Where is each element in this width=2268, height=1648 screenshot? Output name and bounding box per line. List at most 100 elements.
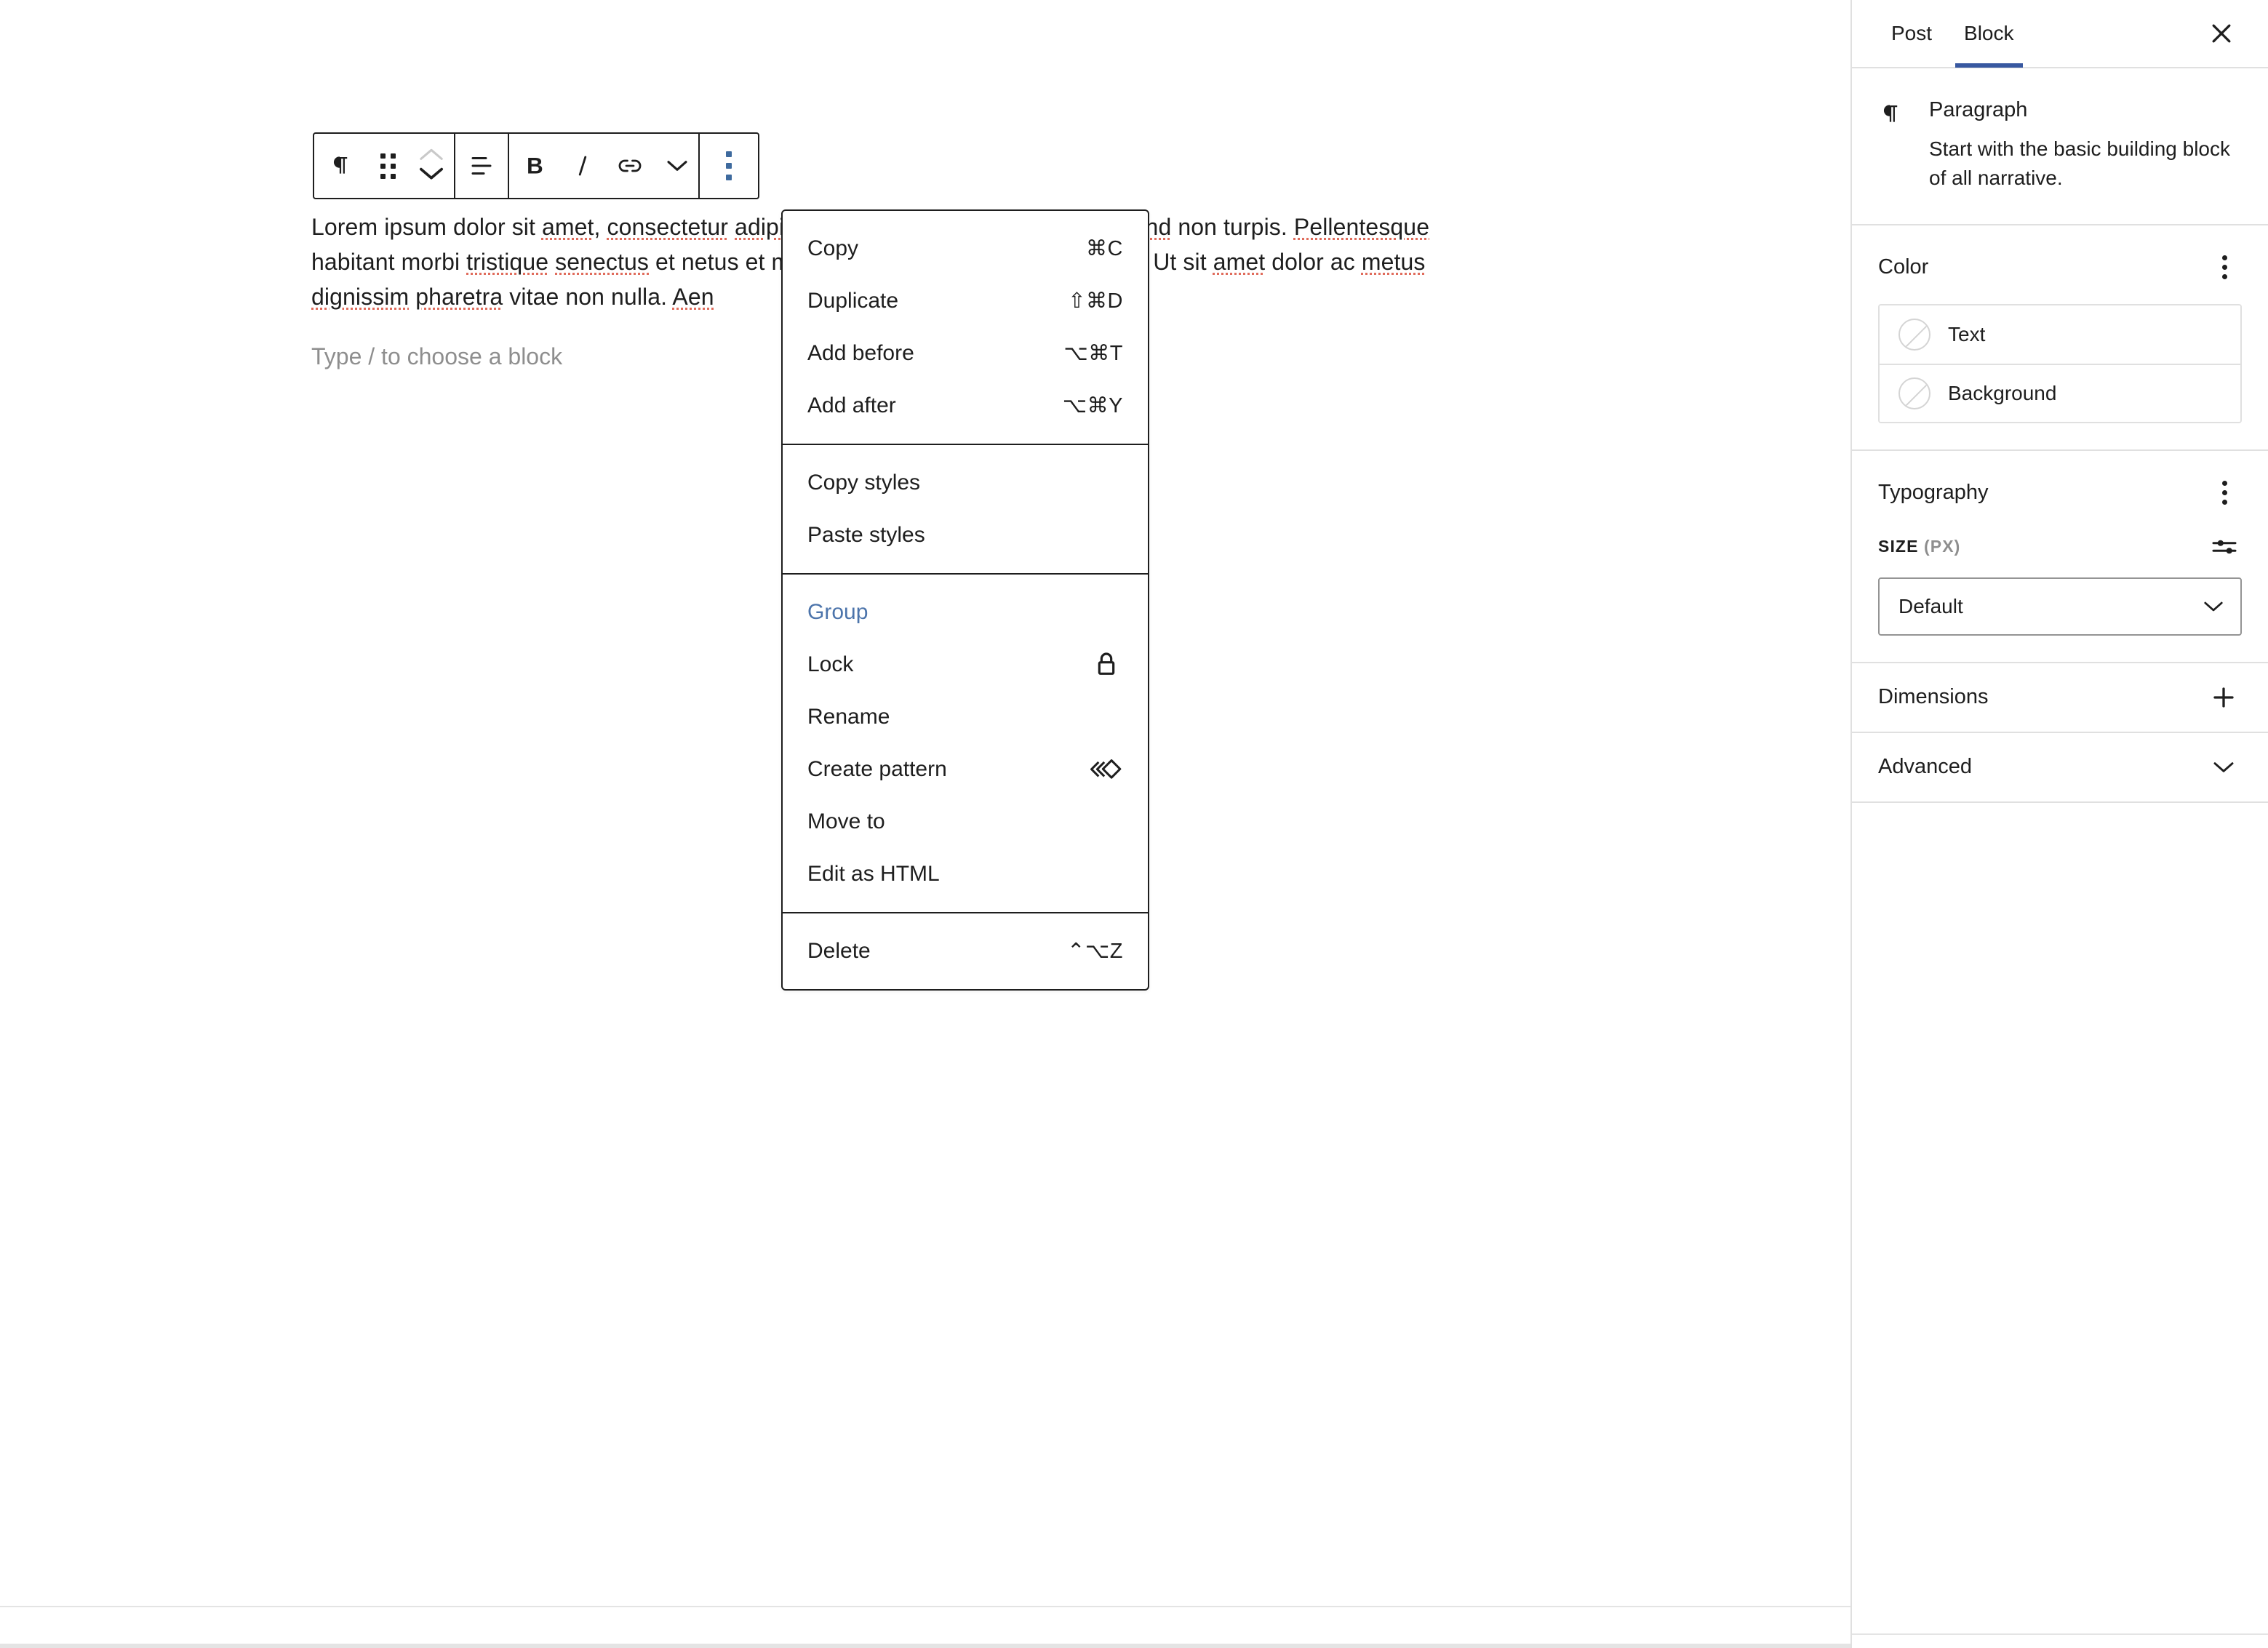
vertical-dots-glyph [726, 151, 732, 180]
settings-sidebar: Post Block Paragraph Start with the basi… [1850, 0, 2268, 1648]
menu-item-shortcut: ⌃⌥Z [1067, 939, 1123, 963]
menu-item-label: Lock [807, 652, 854, 676]
sidebar-bottom-divider [1852, 1633, 2268, 1635]
move-up-icon[interactable] [419, 147, 444, 165]
dimensions-panel-title: Dimensions [1878, 685, 1989, 709]
para-seg: dolor ac [1265, 249, 1355, 275]
menu-item-label: Group [807, 600, 869, 624]
menu-item-shortcut: ⇧⌘D [1068, 289, 1123, 313]
italic-button[interactable] [562, 134, 604, 198]
color-panel-title: Color [1878, 255, 1929, 279]
typography-panel: Typography SIZE (PX) Default [1852, 451, 2268, 663]
pattern-icon [1090, 753, 1123, 786]
font-size-value: Default [1898, 594, 1963, 617]
drag-handle-icon[interactable] [367, 134, 409, 198]
advanced-panel-row[interactable]: Advanced [1852, 732, 2268, 803]
color-panel: Color Text Background [1852, 225, 2268, 451]
six-dots-glyph [380, 153, 396, 179]
typography-options-ellipsis-icon[interactable] [2207, 476, 2242, 511]
block-card-title: Paragraph [1929, 98, 2028, 121]
font-size-unit: (PX) [1924, 537, 1961, 556]
menu-item-lock[interactable]: Lock [783, 639, 1148, 691]
font-size-label-text: SIZE [1878, 537, 1919, 556]
para-seg [548, 249, 555, 275]
menu-section-styles: Copy styles Paste styles [783, 444, 1148, 573]
menu-item-copy-styles[interactable]: Copy styles [783, 457, 1148, 509]
menu-item-add-after[interactable]: Add after ⌥⌘Y [783, 380, 1148, 432]
block-mover[interactable] [409, 134, 454, 198]
plus-icon[interactable] [2205, 679, 2242, 716]
menu-item-label: Delete [807, 939, 871, 963]
menu-item-rename[interactable]: Rename [783, 691, 1148, 743]
para-seg-misspelled: pharetra [415, 284, 503, 310]
toolbar-group-options [700, 134, 758, 198]
menu-item-label: Copy [807, 236, 859, 260]
font-size-label: SIZE (PX) [1878, 537, 1960, 556]
sidebar-bottom-edge [1852, 1645, 2268, 1648]
menu-item-copy[interactable]: Copy ⌘C [783, 223, 1148, 275]
menu-item-group[interactable]: Group [783, 586, 1148, 639]
menu-item-move-to[interactable]: Move to [783, 796, 1148, 848]
menu-item-add-before[interactable]: Add before ⌥⌘T [783, 327, 1148, 380]
canvas-bottom-edge [0, 1644, 1850, 1648]
block-options-ellipsis-icon[interactable] [700, 134, 758, 198]
block-card-description: Start with the basic building block of a… [1929, 137, 2230, 190]
menu-item-label: Rename [807, 705, 890, 729]
para-seg: vitae non nulla. [503, 284, 673, 310]
menu-item-label: Move to [807, 809, 885, 833]
close-icon[interactable] [2201, 13, 2242, 54]
tab-block[interactable]: Block [1948, 0, 2029, 68]
menu-item-shortcut: ⌘C [1086, 236, 1123, 260]
para-seg-misspelled: metus [1361, 249, 1426, 275]
link-icon[interactable] [604, 134, 656, 198]
para-seg: non turpis. [1171, 214, 1287, 240]
para-seg: , [594, 214, 607, 240]
font-size-custom-sliders-icon[interactable] [2207, 529, 2242, 564]
bold-button[interactable]: B [509, 134, 562, 198]
paragraph-block-type-icon[interactable] [314, 134, 367, 198]
para-seg-misspelled: tristique [466, 249, 549, 275]
menu-section-clipboard: Copy ⌘C Duplicate ⇧⌘D Add before ⌥⌘T Add… [783, 211, 1148, 444]
more-formats-chevron-down-icon[interactable] [656, 134, 698, 198]
menu-item-duplicate[interactable]: Duplicate ⇧⌘D [783, 275, 1148, 327]
menu-item-label: Edit as HTML [807, 862, 940, 886]
para-seg: habitant morbi [311, 249, 467, 275]
block-toolbar: B [313, 132, 759, 199]
para-seg: Lorem ipsum dolor sit [311, 214, 542, 240]
font-size-label-row: SIZE (PX) [1878, 529, 2242, 564]
menu-item-paste-styles[interactable]: Paste styles [783, 509, 1148, 561]
para-seg [728, 214, 735, 240]
menu-item-delete[interactable]: Delete ⌃⌥Z [783, 925, 1148, 977]
font-size-select[interactable]: Default [1878, 577, 2242, 636]
menu-item-shortcut: ⌥⌘T [1063, 341, 1123, 365]
para-seg-misspelled: consectetur [607, 214, 729, 240]
no-color-swatch-icon [1898, 318, 1930, 351]
block-card-text: Paragraph Start with the basic building … [1929, 97, 2235, 193]
color-row-label: Background [1948, 381, 2057, 404]
color-row-background[interactable]: Background [1880, 363, 2240, 422]
paragraph-icon [1878, 97, 1912, 193]
menu-item-create-pattern[interactable]: Create pattern [783, 743, 1148, 796]
empty-block-placeholder[interactable]: Type / to choose a block [311, 339, 562, 374]
menu-item-label: Copy styles [807, 471, 921, 495]
para-seg-misspelled: Pellentesque [1293, 214, 1430, 240]
tab-post[interactable]: Post [1875, 0, 1948, 68]
move-down-icon[interactable] [419, 167, 444, 185]
menu-item-label: Create pattern [807, 757, 947, 781]
menu-section-block-actions: Group Lock Rename Create pattern Move to… [783, 573, 1148, 912]
para-seg-misspelled: senectus [555, 249, 650, 275]
menu-item-edit-as-html[interactable]: Edit as HTML [783, 848, 1148, 900]
color-row-text[interactable]: Text [1880, 305, 2240, 364]
dimensions-panel-row[interactable]: Dimensions [1852, 663, 2268, 733]
gutenberg-editor-app: B Lorem ipsum dolor sit amet, consectetu… [0, 0, 2268, 1648]
toolbar-group-format: B [509, 134, 700, 198]
color-panel-header: Color [1878, 250, 2242, 285]
para-seg-misspelled: amet [541, 214, 594, 240]
toolbar-group-block [314, 134, 455, 198]
block-options-dropdown-menu: Copy ⌘C Duplicate ⇧⌘D Add before ⌥⌘T Add… [781, 209, 1149, 991]
color-options-ellipsis-icon[interactable] [2207, 250, 2242, 285]
chevron-down-icon[interactable] [2205, 749, 2242, 785]
horizontal-scrollbar-track[interactable] [0, 1607, 1850, 1648]
align-text-icon[interactable] [455, 134, 508, 198]
menu-section-destructive: Delete ⌃⌥Z [783, 912, 1148, 989]
